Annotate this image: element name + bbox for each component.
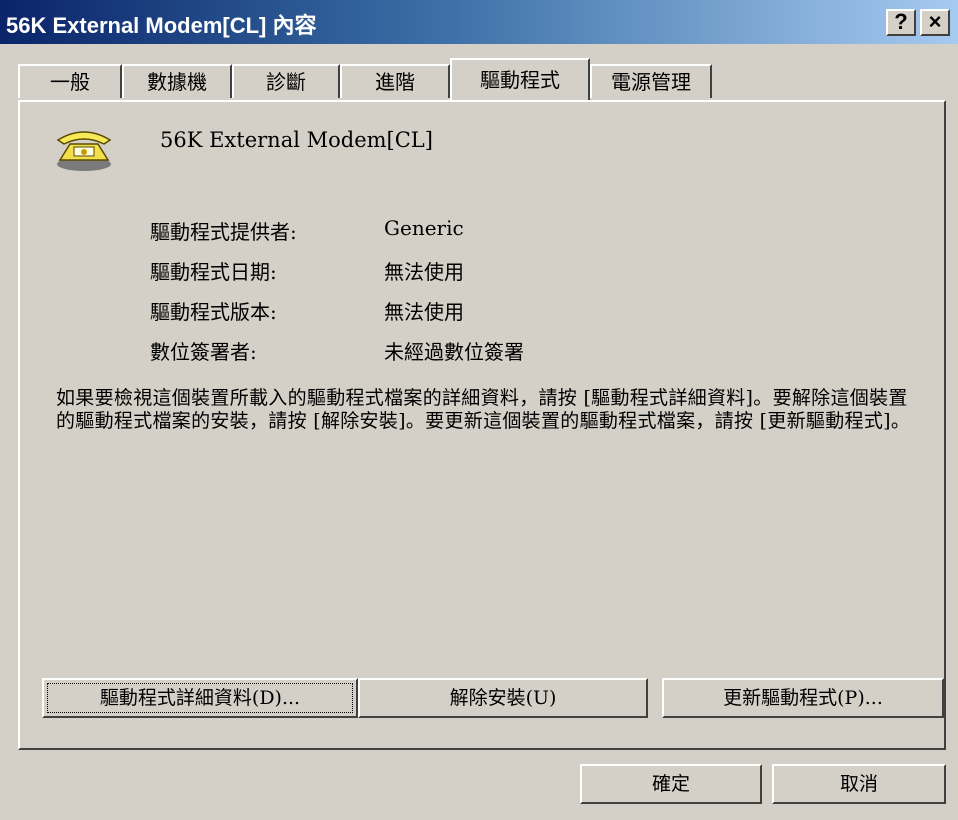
close-button[interactable]: ×	[920, 9, 950, 36]
driver-version-label: 驅動程式版本:	[150, 300, 277, 324]
tab-strip: 一般 數據機 診斷 進階 驅動程式 電源管理	[18, 58, 738, 102]
help-button[interactable]: ?	[886, 9, 916, 36]
update-driver-button[interactable]: 更新驅動程式(P)...	[662, 678, 944, 718]
digital-signer-label: 數位簽署者:	[150, 340, 257, 364]
driver-provider-label: 驅動程式提供者:	[150, 220, 297, 244]
title-bar[interactable]: 56K External Modem[CL] 內容 ? ×	[0, 0, 958, 44]
properties-dialog: 56K External Modem[CL] 內容 ? × 一般 數據機 診斷 …	[0, 0, 958, 820]
cancel-button[interactable]: 取消	[772, 764, 946, 804]
help-icon: ?	[894, 9, 908, 34]
driver-tab-panel: 56K External Modem[CL] 驅動程式提供者: Generic …	[18, 100, 946, 750]
tab-diagnostics[interactable]: 診斷	[232, 64, 340, 98]
modem-telephone-icon	[56, 131, 112, 171]
driver-description-text: 如果要檢視這個裝置所載入的驅動程式檔案的詳細資料，請按 [驅動程式詳細資料]。要…	[56, 387, 911, 432]
driver-version-value: 無法使用	[384, 300, 464, 324]
device-name: 56K External Modem[CL]	[160, 128, 433, 152]
driver-date-value: 無法使用	[384, 260, 464, 284]
tab-modem[interactable]: 數據機	[122, 64, 232, 98]
driver-provider-value: Generic	[384, 216, 464, 240]
driver-details-button[interactable]: 驅動程式詳細資料(D)...	[42, 678, 358, 718]
close-icon: ×	[928, 9, 942, 34]
tab-driver[interactable]: 驅動程式	[450, 58, 590, 100]
window-title: 56K External Modem[CL] 內容	[6, 13, 317, 38]
ok-button[interactable]: 確定	[580, 764, 762, 804]
tab-general[interactable]: 一般	[18, 64, 122, 98]
digital-signer-value: 未經過數位簽署	[384, 340, 524, 364]
uninstall-button[interactable]: 解除安裝(U)	[358, 678, 648, 718]
driver-date-label: 驅動程式日期:	[150, 260, 277, 284]
tab-power-management[interactable]: 電源管理	[590, 64, 712, 98]
tab-advanced[interactable]: 進階	[340, 64, 450, 98]
